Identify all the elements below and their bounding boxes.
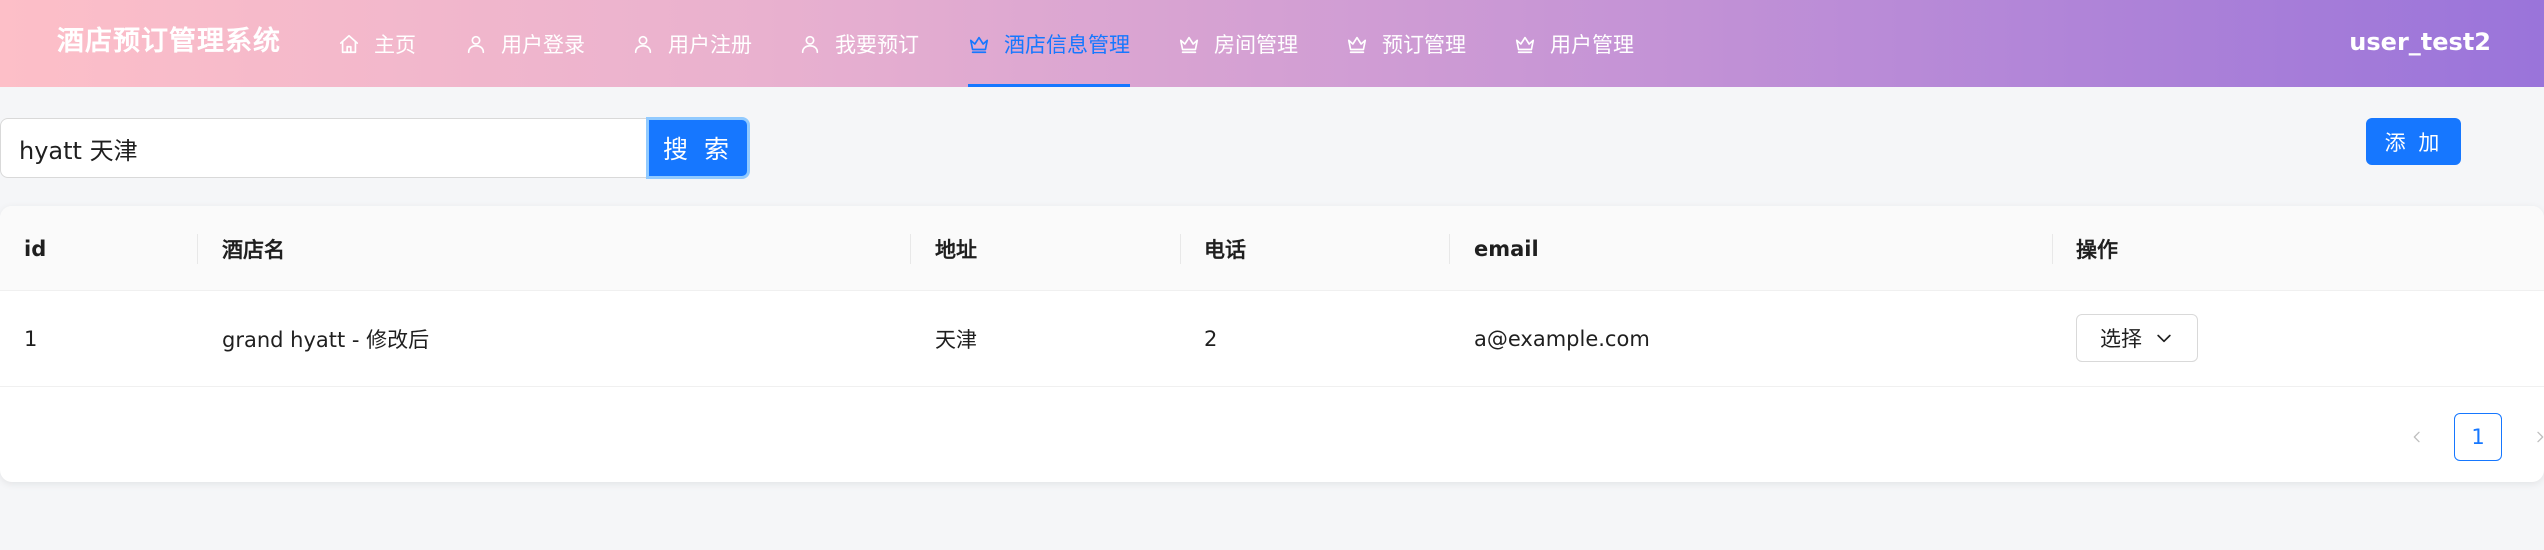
column-header-phone: 电话 <box>1204 237 1246 262</box>
column-divider <box>2052 234 2053 264</box>
table-row: 1 grand hyatt - 修改后 天津 2 a@example.com 选… <box>0 291 2544 387</box>
action-select-button[interactable]: 选择 <box>2076 314 2198 362</box>
nav-item-login[interactable]: 用户登录 <box>465 0 585 87</box>
table-header: id 酒店名 地址 电话 email 操作 <box>0 206 2544 291</box>
user-icon <box>801 35 819 53</box>
user-icon <box>467 35 485 53</box>
nav-item-hotel-info[interactable]: 酒店信息管理 <box>968 0 1130 87</box>
current-username[interactable]: user_test2 <box>2349 24 2491 60</box>
add-button[interactable]: 添 加 <box>2366 118 2461 165</box>
crown-icon <box>1347 36 1367 53</box>
chevron-right-icon <box>2537 431 2544 443</box>
action-select-label: 选择 <box>2100 327 2142 351</box>
cell-email: a@example.com <box>1474 327 1650 351</box>
nav-item-label: 酒店信息管理 <box>1004 32 1130 57</box>
nav-item-label: 用户管理 <box>1550 32 1634 57</box>
app-brand: 酒店预订管理系统 <box>57 26 281 57</box>
search-button[interactable]: 搜 索 <box>646 117 750 179</box>
search-input[interactable] <box>0 118 648 178</box>
nav-item-label: 我要预订 <box>835 32 919 57</box>
nav-item-label: 用户登录 <box>501 32 585 57</box>
nav-item-home[interactable]: 主页 <box>338 0 416 87</box>
nav-item-users[interactable]: 用户管理 <box>1514 0 1634 87</box>
pagination-page-button[interactable]: 1 <box>2454 413 2502 461</box>
nav-item-register[interactable]: 用户注册 <box>632 0 752 87</box>
pagination-next-button[interactable] <box>2525 413 2544 461</box>
nav-item-book[interactable]: 我要预订 <box>799 0 919 87</box>
crown-icon <box>1179 36 1199 53</box>
column-divider <box>197 234 198 264</box>
nav-item-rooms[interactable]: 房间管理 <box>1178 0 1298 87</box>
chevron-down-icon <box>2157 334 2171 343</box>
cell-address: 天津 <box>935 328 977 352</box>
column-header-email: email <box>1474 236 1539 261</box>
cell-id: 1 <box>24 327 38 351</box>
column-header-name: 酒店名 <box>222 237 285 262</box>
column-divider <box>1180 234 1181 264</box>
column-header-address: 地址 <box>935 237 977 262</box>
cell-hotel-name: grand hyatt - 修改后 <box>222 328 430 352</box>
crown-icon <box>1515 36 1535 53</box>
column-divider <box>910 234 911 264</box>
column-header-actions: 操作 <box>2076 237 2118 262</box>
hotel-table-card: id 酒店名 地址 电话 email 操作 1 grand hyatt - 修改… <box>0 206 2544 482</box>
nav-item-bookings[interactable]: 预订管理 <box>1346 0 1466 87</box>
top-navbar: 酒店预订管理系统 主页 用户登录 用户注册 我要预订 酒店信息管理 房间管理 预… <box>0 0 2544 87</box>
cell-phone: 2 <box>1204 327 1218 351</box>
home-icon <box>339 34 359 53</box>
column-divider <box>1449 234 1450 264</box>
chevron-left-icon <box>2413 431 2420 443</box>
user-icon <box>634 35 652 53</box>
pagination-prev-button[interactable] <box>2402 413 2432 461</box>
column-header-id: id <box>24 236 47 261</box>
nav-item-label: 主页 <box>374 32 416 57</box>
crown-icon <box>969 36 989 53</box>
nav-item-label: 用户注册 <box>668 32 752 57</box>
nav-item-label: 预订管理 <box>1382 32 1466 57</box>
nav-item-label: 房间管理 <box>1214 32 1298 57</box>
